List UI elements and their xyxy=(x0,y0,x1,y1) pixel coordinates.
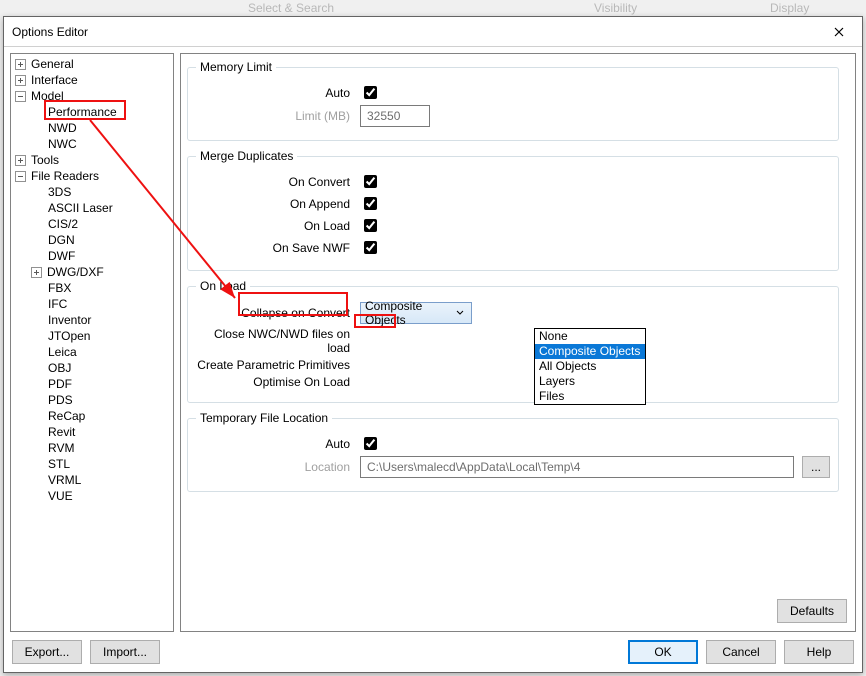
collapse-icon[interactable] xyxy=(15,171,26,182)
expand-icon[interactable] xyxy=(15,75,26,86)
chevron-down-icon xyxy=(453,310,467,316)
expand-icon[interactable] xyxy=(15,155,26,166)
temp-location-label: Location xyxy=(196,460,350,474)
tree-item-jtopen[interactable]: JTOpen xyxy=(11,328,173,344)
background-ribbon-hints: Select & Search Visibility Display xyxy=(0,0,866,16)
defaults-button[interactable]: Defaults xyxy=(777,599,847,623)
merge-duplicates-group: Merge Duplicates On Convert On Append On… xyxy=(187,149,839,271)
tree-item-file-readers[interactable]: File Readers xyxy=(11,168,173,184)
tree-item-nwc[interactable]: NWC xyxy=(11,136,173,152)
tree-item-cis2[interactable]: CIS/2 xyxy=(11,216,173,232)
window-title: Options Editor xyxy=(12,25,816,39)
tree-item-revit[interactable]: Revit xyxy=(11,424,173,440)
dropdown-option-composite[interactable]: Composite Objects xyxy=(535,344,645,359)
tree-item-performance[interactable]: Performance xyxy=(11,104,173,120)
dialog-footer: Export... Import... OK Cancel Help xyxy=(4,632,862,672)
settings-panel: Memory Limit Auto Limit (MB) Merge Dupli… xyxy=(180,53,856,632)
import-button[interactable]: Import... xyxy=(90,640,160,664)
create-parametric-label: Create Parametric Primitives xyxy=(196,358,350,372)
tree-item-fbx[interactable]: FBX xyxy=(11,280,173,296)
ok-button[interactable]: OK xyxy=(628,640,698,664)
close-button[interactable] xyxy=(816,17,862,47)
tree-item-stl[interactable]: STL xyxy=(11,456,173,472)
on-save-nwf-label: On Save NWF xyxy=(196,241,350,255)
on-load-group: On Load Collapse on Convert Composite Ob… xyxy=(187,279,839,403)
tree-item-3ds[interactable]: 3DS xyxy=(11,184,173,200)
on-append-label: On Append xyxy=(196,197,350,211)
tree-item-pdf[interactable]: PDF xyxy=(11,376,173,392)
dropdown-option-layers[interactable]: Layers xyxy=(535,374,645,389)
collapse-on-convert-dropdown[interactable]: None Composite Objects All Objects Layer… xyxy=(534,328,646,405)
tree-item-dwf[interactable]: DWF xyxy=(11,248,173,264)
dropdown-option-none[interactable]: None xyxy=(535,329,645,344)
temp-location-group: Temporary File Location Auto Location ..… xyxy=(187,411,839,492)
on-save-nwf-checkbox[interactable] xyxy=(364,241,377,254)
browse-button[interactable]: ... xyxy=(802,456,830,478)
memory-limit-legend: Memory Limit xyxy=(196,60,276,74)
tree-item-leica[interactable]: Leica xyxy=(11,344,173,360)
tree-item-inventor[interactable]: Inventor xyxy=(11,312,173,328)
tree-item-ascii-laser[interactable]: ASCII Laser xyxy=(11,200,173,216)
tree-item-pds[interactable]: PDS xyxy=(11,392,173,408)
category-tree[interactable]: General Interface Model Performance NWD … xyxy=(10,53,174,632)
dropdown-option-files[interactable]: Files xyxy=(535,389,645,404)
options-editor-window: Options Editor General Interface Model P… xyxy=(3,16,863,673)
limit-mb-label: Limit (MB) xyxy=(196,109,350,123)
tree-item-vue[interactable]: VUE xyxy=(11,488,173,504)
collapse-on-convert-combo[interactable]: Composite Objects xyxy=(360,302,472,324)
tree-item-dwg-dxf[interactable]: DWG/DXF xyxy=(11,264,173,280)
on-load-label: On Load xyxy=(196,219,350,233)
optimise-on-load-label: Optimise On Load xyxy=(196,375,350,389)
tree-item-nwd[interactable]: NWD xyxy=(11,120,173,136)
memory-auto-checkbox[interactable] xyxy=(364,86,377,99)
tree-item-model[interactable]: Model xyxy=(11,88,173,104)
on-load-checkbox[interactable] xyxy=(364,219,377,232)
limit-mb-input[interactable] xyxy=(360,105,430,127)
tree-item-vrml[interactable]: VRML xyxy=(11,472,173,488)
temp-location-legend: Temporary File Location xyxy=(196,411,332,425)
close-icon xyxy=(834,27,844,37)
help-button[interactable]: Help xyxy=(784,640,854,664)
tree-item-rvm[interactable]: RVM xyxy=(11,440,173,456)
close-nwc-nwd-label: Close NWC/NWD files on load xyxy=(196,327,350,355)
export-button[interactable]: Export... xyxy=(12,640,82,664)
temp-auto-checkbox[interactable] xyxy=(364,437,377,450)
auto-label: Auto xyxy=(196,86,350,100)
on-convert-label: On Convert xyxy=(196,175,350,189)
memory-limit-group: Memory Limit Auto Limit (MB) xyxy=(187,60,839,141)
expand-icon[interactable] xyxy=(15,59,26,70)
tree-item-obj[interactable]: OBJ xyxy=(11,360,173,376)
tree-item-recap[interactable]: ReCap xyxy=(11,408,173,424)
cancel-button[interactable]: Cancel xyxy=(706,640,776,664)
dropdown-option-all[interactable]: All Objects xyxy=(535,359,645,374)
tree-item-interface[interactable]: Interface xyxy=(11,72,173,88)
tree-item-dgn[interactable]: DGN xyxy=(11,232,173,248)
temp-location-input[interactable] xyxy=(360,456,794,478)
collapse-on-convert-label: Collapse on Convert xyxy=(196,306,350,320)
titlebar: Options Editor xyxy=(4,17,862,47)
expand-icon[interactable] xyxy=(31,267,42,278)
merge-duplicates-legend: Merge Duplicates xyxy=(196,149,297,163)
tree-item-ifc[interactable]: IFC xyxy=(11,296,173,312)
temp-auto-label: Auto xyxy=(196,437,350,451)
on-load-legend: On Load xyxy=(196,279,250,293)
on-append-checkbox[interactable] xyxy=(364,197,377,210)
collapse-icon[interactable] xyxy=(15,91,26,102)
on-convert-checkbox[interactable] xyxy=(364,175,377,188)
tree-item-tools[interactable]: Tools xyxy=(11,152,173,168)
tree-item-general[interactable]: General xyxy=(11,56,173,72)
